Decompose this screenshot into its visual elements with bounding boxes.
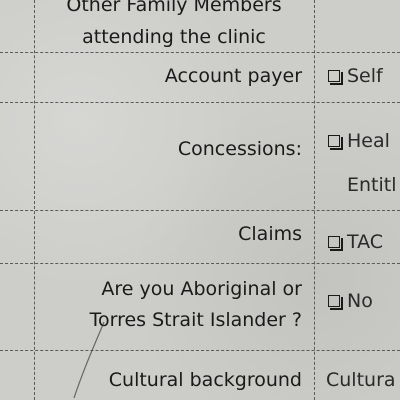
scanned-form: Other Family Members attending the clini… [0, 0, 400, 400]
checkbox-icon[interactable] [328, 70, 343, 85]
column-divider-left [34, 0, 35, 400]
row-divider-2 [0, 102, 400, 103]
family-members-label-line1: Other Family Members [66, 0, 282, 16]
concessions-entitlement-text: Entitl [347, 174, 397, 196]
pen-mark [73, 321, 105, 399]
cultural-background-field[interactable]: Cultura [326, 367, 396, 393]
concessions-health-label: Heal [347, 130, 390, 152]
aboriginal-label-line1: Are you Aboriginal or [101, 278, 302, 300]
row-divider-5 [0, 350, 400, 351]
claims-label: Claims [238, 223, 302, 245]
account-payer-self-label: Self [347, 65, 383, 87]
aboriginal-no-label: No [347, 290, 373, 312]
account-payer-self-option[interactable]: Self [328, 63, 383, 89]
cultural-background-text: Cultura [326, 369, 396, 391]
concessions-label: Concessions: [177, 138, 302, 160]
family-members-label-line2: attending the clinic [82, 26, 266, 48]
row-divider-4 [0, 263, 400, 264]
column-divider-middle [314, 0, 315, 400]
aboriginal-no-option[interactable]: No [328, 288, 373, 314]
claims-tac-option[interactable]: TAC [328, 229, 383, 255]
account-payer-label: Account payer [164, 65, 302, 87]
row-divider-1 [0, 52, 400, 53]
concessions-health-option[interactable]: Heal [328, 128, 390, 154]
checkbox-icon[interactable] [328, 295, 343, 310]
checkbox-icon[interactable] [328, 135, 343, 150]
cultural-background-label: Cultural background [108, 369, 302, 391]
checkbox-icon[interactable] [328, 236, 343, 251]
aboriginal-label-line2: Torres Strait Islander ? [89, 309, 302, 331]
claims-tac-label: TAC [347, 231, 384, 253]
row-divider-3 [0, 210, 400, 211]
